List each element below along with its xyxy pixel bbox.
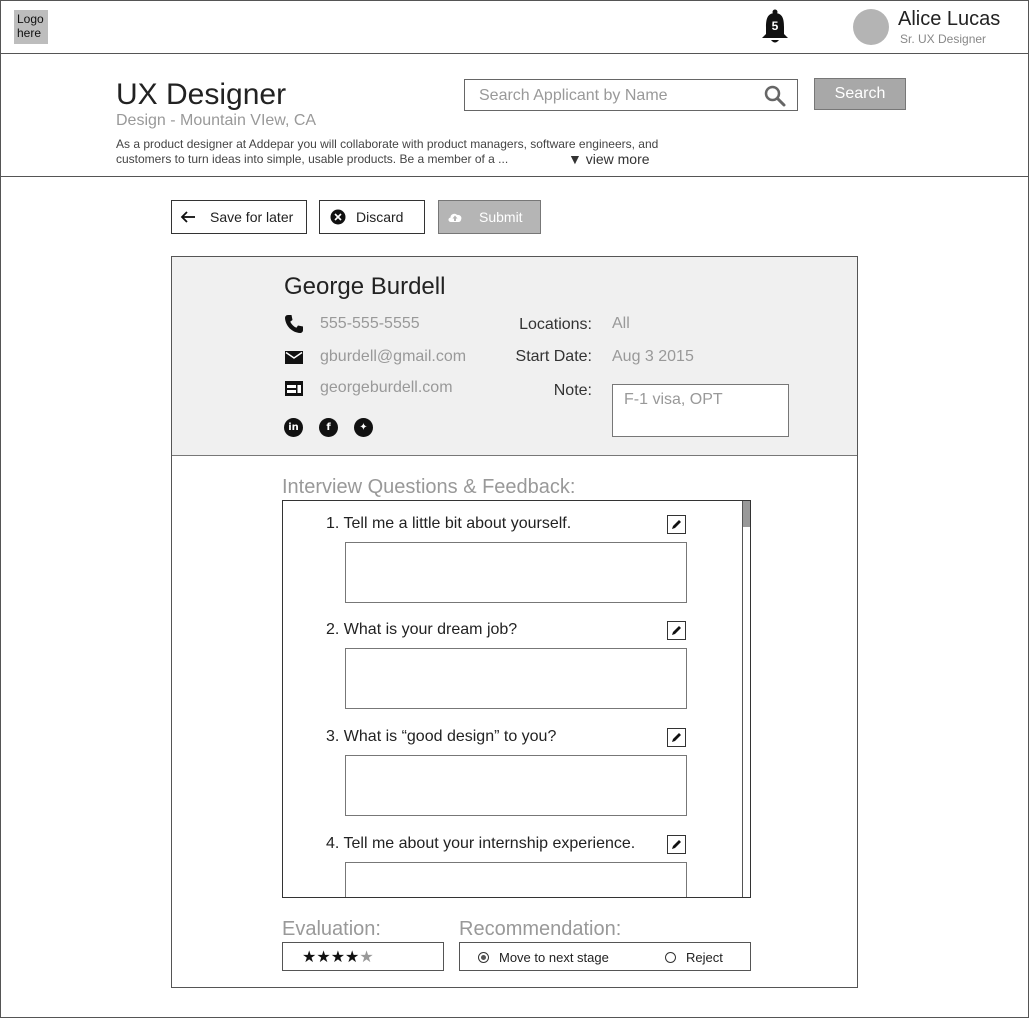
save-for-later-label: Save for later: [210, 209, 294, 225]
scrollbar[interactable]: [742, 501, 750, 897]
page-title: UX Designer: [116, 78, 287, 111]
cloud-upload-icon: [448, 213, 462, 222]
answer-field[interactable]: [345, 542, 687, 603]
user-role: Sr. UX Designer: [900, 32, 987, 46]
discard-label: Discard: [356, 209, 404, 225]
notification-count-badge: 5: [771, 19, 779, 33]
discard-button[interactable]: Discard: [319, 200, 425, 234]
question-text: 3. What is “good design” to you?: [326, 728, 557, 745]
radio-button[interactable]: [478, 952, 489, 963]
candidate-phone: 555-555-5555: [284, 314, 420, 334]
scrollbar-thumb[interactable]: [743, 501, 750, 527]
option-label: Move to next stage: [499, 950, 609, 965]
note-label: Note:: [553, 382, 592, 399]
candidate-info-panel: George Burdell 555-555-5555 gburdell@gma…: [172, 257, 857, 456]
submit-button[interactable]: Submit: [438, 200, 541, 234]
locations-value: All: [612, 315, 630, 332]
recommendation-options: Move to next stage Reject: [459, 942, 751, 971]
search-box: [464, 79, 798, 111]
job-subtitle: Design - Mountain VIew, CA: [116, 112, 317, 129]
option-label: Reject: [686, 950, 723, 965]
email-text[interactable]: gburdell@gmail.com: [320, 348, 466, 366]
questions-panel[interactable]: 1. Tell me a little bit about yourself. …: [282, 500, 751, 898]
arrow-left-icon: [180, 211, 195, 223]
evaluation-rating[interactable]: ★★★★★: [282, 942, 444, 971]
locations-label: Locations:: [519, 316, 592, 333]
start-date-value: Aug 3 2015: [612, 348, 694, 365]
candidate-name: George Burdell: [284, 273, 446, 300]
close-circle-icon: [330, 209, 346, 225]
note-field[interactable]: F-1 visa, OPT: [612, 384, 789, 437]
candidate-website: georgeburdell.com: [284, 378, 453, 398]
phone-text: 555-555-5555: [320, 315, 420, 332]
user-name[interactable]: Alice Lucas: [898, 8, 1000, 31]
search-button[interactable]: Search: [814, 78, 906, 110]
move-next-stage-option[interactable]: Move to next stage: [478, 950, 609, 965]
search-input[interactable]: [479, 86, 759, 106]
answer-field[interactable]: [345, 862, 687, 897]
pencil-icon: [672, 520, 681, 529]
linkedin-icon[interactable]: in: [284, 418, 303, 437]
notifications-button[interactable]: 5: [760, 9, 790, 45]
social-links: in f ✦: [284, 418, 373, 437]
edit-button[interactable]: [667, 728, 686, 747]
website-icon: [285, 381, 303, 396]
answer-field[interactable]: [345, 755, 687, 816]
edit-button[interactable]: [667, 621, 686, 640]
email-icon: [285, 351, 303, 364]
question-text: 1. Tell me a little bit about yourself.: [326, 515, 572, 532]
start-date-label: Start Date:: [515, 348, 592, 365]
answer-field[interactable]: [345, 648, 687, 709]
website-text[interactable]: georgeburdell.com: [320, 379, 453, 397]
top-bar: Logo here 5 Alice Lucas Sr. UX Designer: [0, 0, 1029, 54]
facebook-icon[interactable]: f: [319, 418, 338, 437]
star-rating-filled[interactable]: ★★★★: [302, 949, 359, 966]
star-rating-empty[interactable]: ★: [359, 949, 373, 966]
save-for-later-button[interactable]: Save for later: [171, 200, 307, 234]
edit-button[interactable]: [667, 835, 686, 854]
pencil-icon: [672, 840, 681, 849]
questions-title: Interview Questions & Feedback:: [282, 476, 576, 498]
recommendation-label: Recommendation:: [459, 918, 622, 940]
edit-button[interactable]: [667, 515, 686, 534]
pencil-icon: [672, 626, 681, 635]
evaluation-label: Evaluation:: [282, 918, 381, 940]
twitter-icon[interactable]: ✦: [354, 418, 373, 437]
avatar[interactable]: [853, 9, 889, 45]
view-more-link[interactable]: ▼ view more: [568, 151, 650, 167]
reject-option[interactable]: Reject: [665, 950, 723, 965]
radio-button[interactable]: [665, 952, 676, 963]
phone-icon: [285, 315, 303, 333]
question-text: 4. Tell me about your internship experie…: [326, 835, 636, 852]
pencil-icon: [672, 733, 681, 742]
candidate-card: George Burdell 555-555-5555 gburdell@gma…: [171, 256, 858, 988]
search-icon[interactable]: [763, 84, 787, 108]
submit-label: Submit: [479, 209, 523, 225]
question-text: 2. What is your dream job?: [326, 621, 518, 638]
candidate-email: gburdell@gmail.com: [284, 347, 466, 367]
logo[interactable]: Logo here: [14, 10, 48, 44]
job-header: UX Designer Design - Mountain VIew, CA A…: [0, 54, 1029, 177]
